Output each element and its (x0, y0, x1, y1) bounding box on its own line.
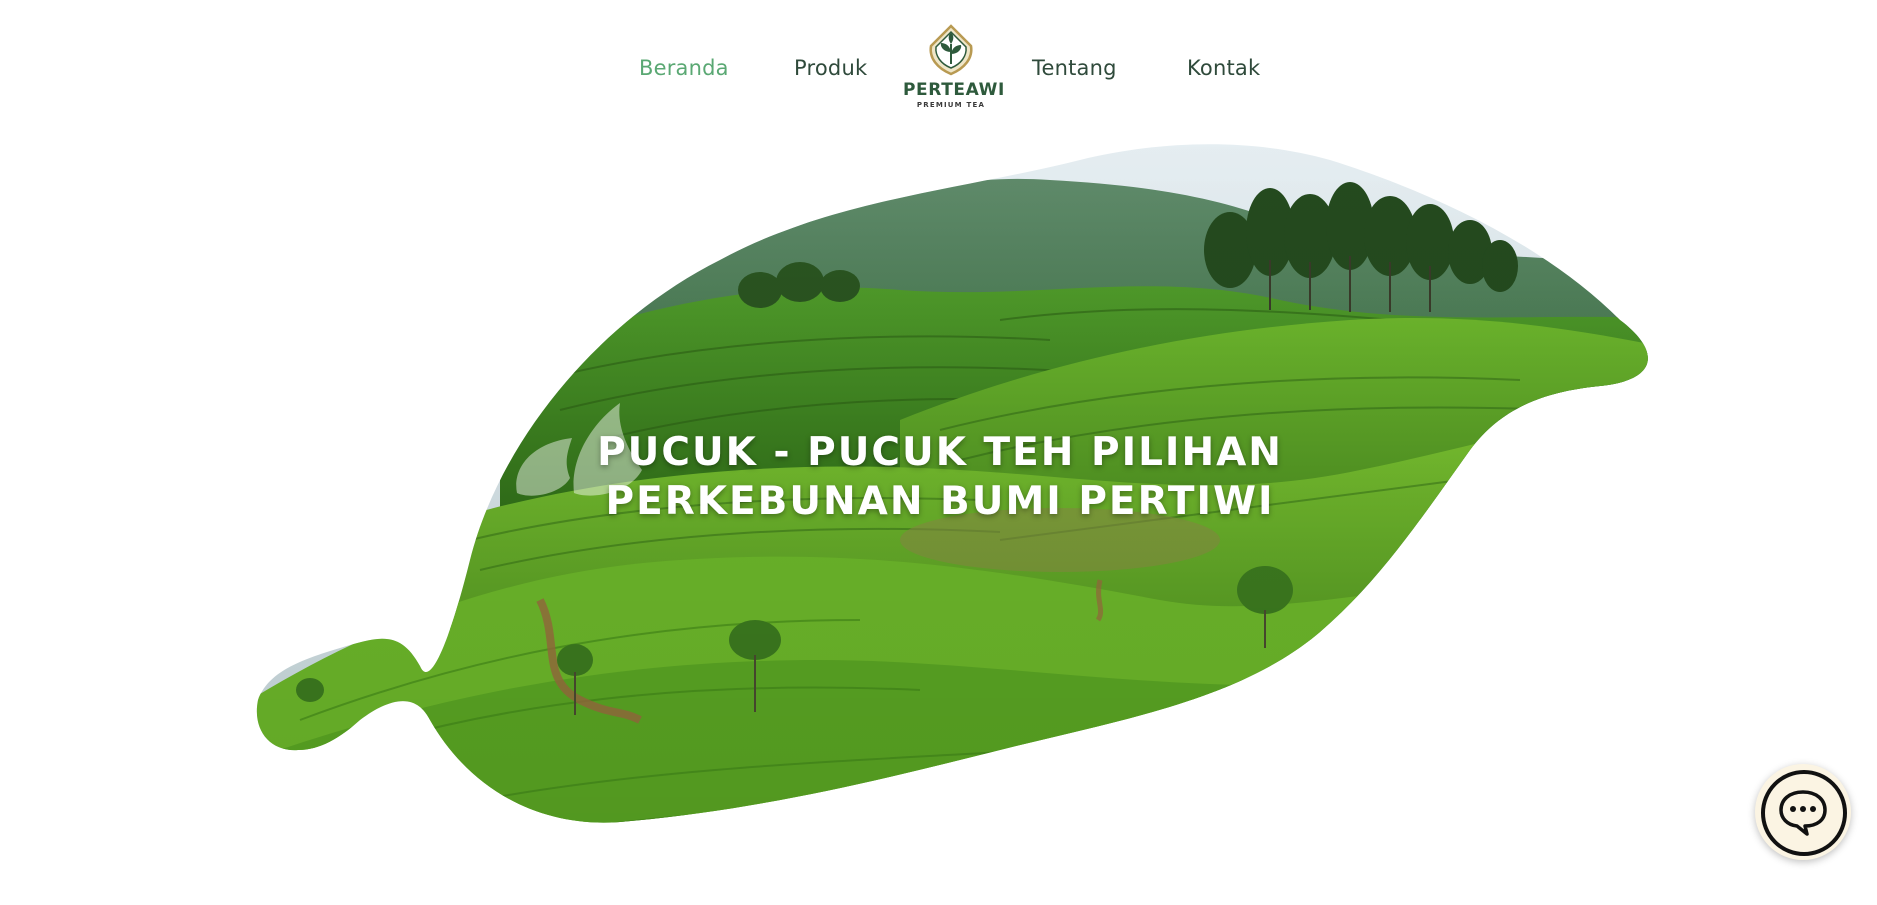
hero-title-line2: PERKEBUNAN BUMI PERTIWI (605, 479, 1275, 524)
landing-page: PUCUK - PUCUK TEH PILIHAN PERKEBUNAN BUM… (0, 0, 1877, 905)
chat-button[interactable] (1755, 764, 1851, 860)
nav-beranda[interactable]: Beranda (639, 56, 729, 80)
hero-title-line1: PUCUK - PUCUK TEH PILIHAN (597, 430, 1283, 475)
chat-bubble-icon (1779, 790, 1827, 836)
logo-tagline: PREMIUM TEA (916, 101, 986, 109)
nav-tentang[interactable]: Tentang (1032, 56, 1117, 80)
brand-logo[interactable]: PERTEAWI PREMIUM TEA (903, 24, 1005, 116)
hero-title: PUCUK - PUCUK TEH PILIHAN PERKEBUNAN BUM… (560, 428, 1320, 526)
logo-name: PERTEAWI (903, 80, 1005, 100)
tea-leaf-emblem-icon (929, 24, 973, 76)
nav-kontak[interactable]: Kontak (1187, 56, 1260, 80)
nav-produk[interactable]: Produk (794, 56, 867, 80)
